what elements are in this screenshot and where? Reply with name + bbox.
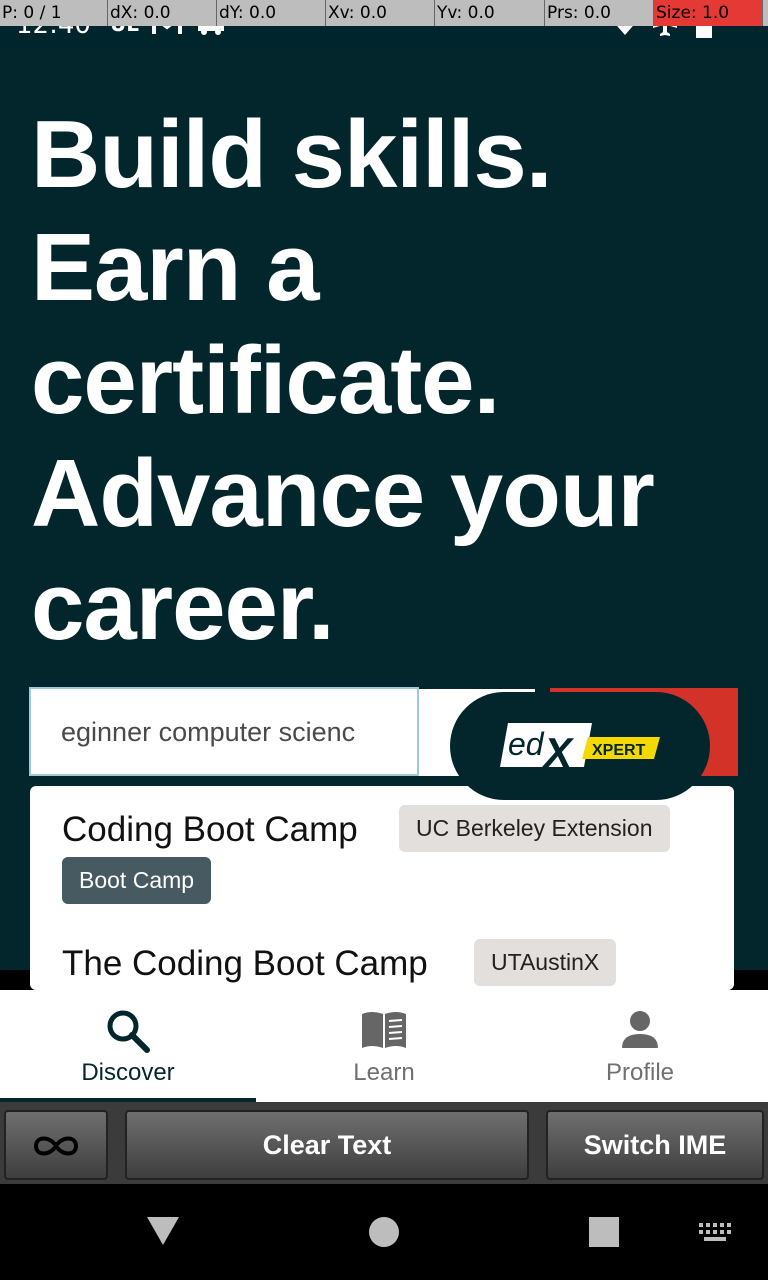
tab-profile[interactable]: Profile (512, 990, 768, 1102)
headline-line: certificate. (31, 327, 500, 434)
edx-xpert-button[interactable]: ed X XPERT (450, 692, 710, 800)
back-icon[interactable] (146, 1216, 180, 1246)
debug-dx: dX: 0.0 (108, 0, 217, 26)
tab-discover[interactable]: Discover (0, 990, 256, 1102)
edx-xpert-logo: ed X XPERT (500, 723, 660, 773)
headline-line: Build skills. (31, 101, 552, 208)
search-icon (107, 1010, 150, 1053)
book-icon (362, 1012, 406, 1048)
tab-label: Profile (605, 1059, 675, 1086)
svg-text:X: X (542, 729, 575, 773)
person-icon (622, 1011, 658, 1048)
home-icon[interactable] (368, 1216, 400, 1248)
pointer-location-overlay: P: 0 / 1 dX: 0.0 dY: 0.0 Xv: 0.0 Yv: 0.0… (0, 0, 768, 26)
svg-text:XPERT: XPERT (592, 742, 646, 759)
search-input[interactable]: eginner computer scienc (29, 687, 419, 776)
type-chip: Boot Camp (62, 857, 212, 904)
bottom-navigation: Discover Learn Profile (0, 990, 768, 1102)
debug-size: Size: 1.0 (654, 0, 763, 26)
partner-chip: UTAustinX (474, 939, 617, 986)
suggestion-title[interactable]: Coding Boot Camp (62, 810, 358, 850)
headline-line: Earn a (31, 214, 319, 321)
debug-pointer: P: 0 / 1 (0, 0, 108, 26)
hero-headline: Build skills. Earn a certificate. Advanc… (31, 98, 761, 663)
tab-learn[interactable]: Learn (256, 990, 512, 1102)
clear-text-button[interactable]: Clear Text (125, 1110, 529, 1180)
debug-yv: Yv: 0.0 (435, 0, 545, 26)
headline-line: Advance your (31, 440, 655, 547)
keyboard-icon[interactable] (698, 1222, 732, 1242)
suggestion-title[interactable]: The Coding Boot Camp (62, 944, 428, 984)
tab-label: Learn (353, 1059, 415, 1086)
recents-icon[interactable] (588, 1216, 620, 1248)
search-suggestions: Coding Boot Camp UC Berkeley Extension B… (30, 786, 734, 990)
debug-dy: dY: 0.0 (217, 0, 326, 26)
search-input-value: eginner computer scienc (61, 717, 356, 747)
svg-text:ed: ed (508, 726, 545, 762)
infinity-button[interactable] (4, 1110, 108, 1180)
headline-line: career. (31, 553, 335, 660)
keyboard-helper-bar: Clear Text Switch IME (0, 1102, 768, 1184)
partner-chip: UC Berkeley Extension (399, 805, 670, 852)
system-navigation-bar (0, 1184, 768, 1280)
infinity-icon (33, 1136, 79, 1156)
debug-xv: Xv: 0.0 (326, 0, 435, 26)
tab-label: Discover (81, 1059, 175, 1086)
debug-prs: Prs: 0.0 (545, 0, 654, 26)
switch-ime-button[interactable]: Switch IME (546, 1110, 764, 1180)
